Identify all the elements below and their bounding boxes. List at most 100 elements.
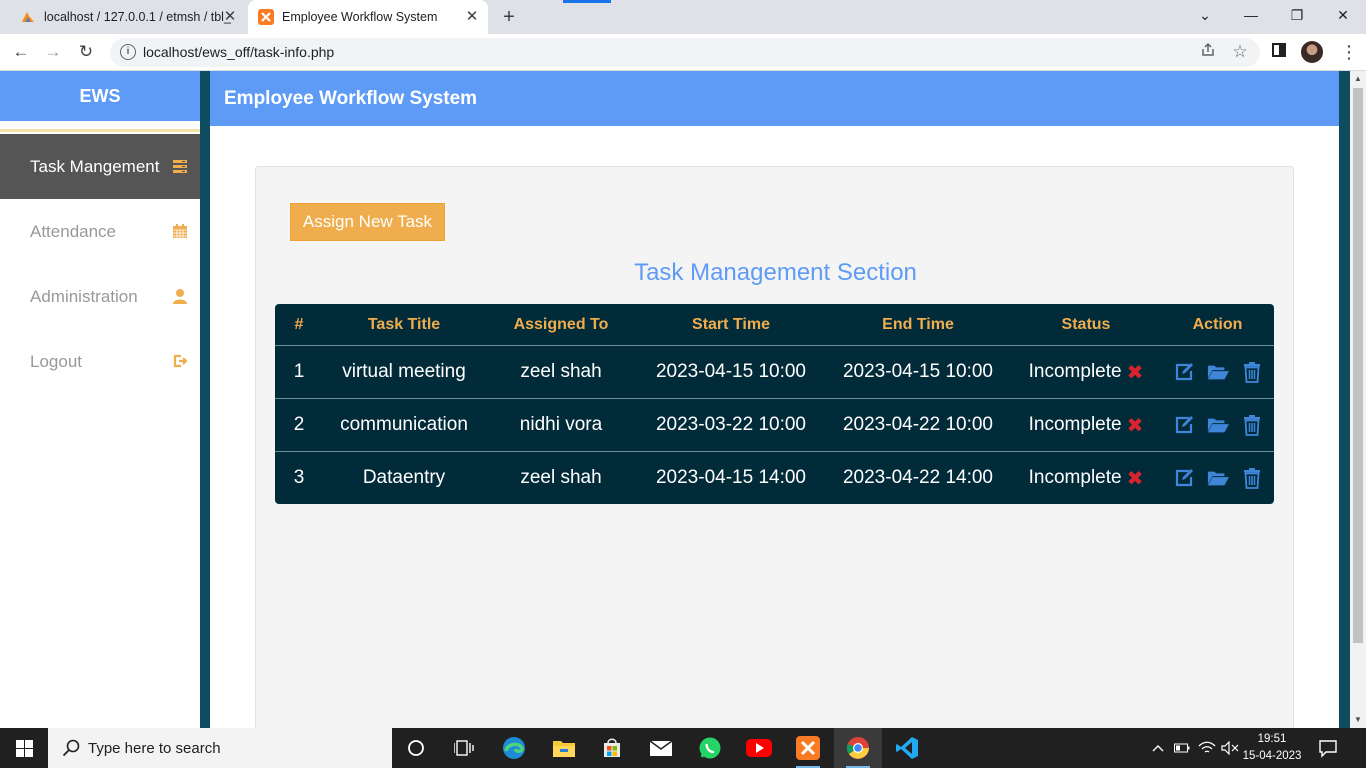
incomplete-x-icon: ✖ bbox=[1126, 414, 1144, 437]
cell-number: 1 bbox=[293, 361, 305, 382]
cell-start-time: 2023-04-15 10:00 bbox=[655, 361, 806, 382]
whatsapp-icon[interactable] bbox=[686, 728, 734, 768]
page-scrollbar[interactable]: ▲ ▼ bbox=[1350, 71, 1366, 728]
sidebar-item-administration[interactable]: Administration bbox=[0, 264, 200, 329]
clock-date: 15-04-2023 bbox=[1242, 750, 1302, 762]
network-icon[interactable] bbox=[1196, 728, 1218, 768]
sidebar-item-attendance[interactable]: Attendance bbox=[0, 199, 200, 264]
restore-button[interactable]: ❐ bbox=[1274, 0, 1320, 30]
forward-arrow-icon[interactable]: → bbox=[40, 39, 66, 65]
column-header-action: Action bbox=[1192, 315, 1243, 333]
column-header-number: # bbox=[294, 315, 304, 333]
sidebar-item-label: Task Mangement bbox=[30, 156, 160, 176]
folder-open-icon[interactable] bbox=[1207, 361, 1229, 383]
page-header: Employee Workflow System bbox=[210, 71, 1340, 126]
sidebar-item-label: Administration bbox=[30, 286, 138, 306]
microsoft-store-icon[interactable] bbox=[588, 728, 636, 768]
sidebar: EWS Task Mangement Attendance Administra… bbox=[0, 71, 200, 728]
sidebar-item-logout[interactable]: Logout bbox=[0, 329, 200, 394]
column-header-end-time: End Time bbox=[882, 315, 954, 333]
column-header-status: Status bbox=[1061, 315, 1111, 333]
windows-start-icon[interactable] bbox=[0, 728, 48, 768]
minimize-button[interactable]: — bbox=[1228, 0, 1274, 30]
cell-end-time: 2023-04-15 10:00 bbox=[842, 361, 993, 382]
scroll-down-arrow-icon[interactable]: ▼ bbox=[1350, 712, 1366, 728]
trash-icon[interactable] bbox=[1241, 467, 1263, 489]
profile-avatar[interactable] bbox=[1301, 41, 1323, 63]
edit-icon[interactable] bbox=[1173, 361, 1195, 383]
battery-icon[interactable] bbox=[1172, 728, 1192, 768]
cortana-icon[interactable] bbox=[392, 728, 440, 768]
logout-icon bbox=[172, 353, 188, 369]
incomplete-x-icon: ✖ bbox=[1126, 467, 1144, 490]
content-panel: Assign New Task Task Management Section … bbox=[255, 166, 1294, 728]
tab-phpmyadmin[interactable]: localhost / 127.0.0.1 / etmsh / tbl_ ✕ bbox=[14, 0, 246, 34]
speaker-muted-icon[interactable] bbox=[1220, 728, 1240, 768]
close-tab-icon[interactable]: ✕ bbox=[222, 9, 238, 25]
tab-employee-workflow[interactable]: Employee Workflow System ✕ bbox=[248, 0, 488, 34]
youtube-icon[interactable] bbox=[735, 728, 783, 768]
browser-toolbar: ← → ↻ i localhost/ews_off/task-info.php … bbox=[0, 34, 1366, 71]
table-row: 1 virtual meeting zeel shah 2023-04-15 1… bbox=[275, 345, 1274, 398]
table-row: 2 communication nidhi vora 2023-03-22 10… bbox=[275, 398, 1274, 451]
column-header-task-title: Task Title bbox=[367, 315, 441, 333]
file-explorer-icon[interactable] bbox=[540, 728, 588, 768]
task-view-icon[interactable] bbox=[440, 728, 488, 768]
table-header-row: # Task Title Assigned To Start Time End … bbox=[275, 304, 1274, 345]
windows-taskbar: Type here to search 19:51 15-04-2023 bbox=[0, 728, 1366, 768]
cell-status: Incomplete ✖ bbox=[1011, 346, 1161, 398]
cell-assigned-to: nidhi vora bbox=[519, 414, 603, 435]
xampp-taskbar-icon[interactable] bbox=[784, 728, 832, 768]
edge-browser-icon[interactable] bbox=[490, 728, 538, 768]
taskbar-search-input[interactable]: Type here to search bbox=[48, 728, 392, 768]
vscode-icon[interactable] bbox=[883, 728, 931, 768]
notification-center-icon[interactable] bbox=[1318, 738, 1338, 758]
show-hidden-icons-chevron-icon[interactable] bbox=[1148, 728, 1168, 768]
back-arrow-icon[interactable]: ← bbox=[8, 39, 34, 65]
xampp-icon bbox=[258, 9, 274, 25]
user-icon bbox=[172, 288, 188, 304]
site-info-icon[interactable]: i bbox=[120, 44, 136, 60]
side-panel-icon[interactable] bbox=[1266, 39, 1292, 65]
phpmyadmin-icon bbox=[20, 9, 36, 25]
share-icon[interactable] bbox=[1198, 42, 1218, 62]
brand-logo[interactable]: EWS bbox=[0, 71, 200, 121]
assign-new-task-button[interactable]: Assign New Task bbox=[290, 203, 445, 241]
tab-search-chevron-icon[interactable]: ⌄ bbox=[1182, 0, 1228, 30]
scroll-up-arrow-icon[interactable]: ▲ bbox=[1350, 71, 1366, 87]
url-text: localhost/ews_off/task-info.php bbox=[143, 44, 335, 60]
kebab-menu-icon[interactable]: ⋮ bbox=[1336, 39, 1362, 65]
table-row: 3 Dataentry zeel shah 2023-04-15 14:00 2… bbox=[275, 451, 1274, 504]
cell-start-time: 2023-04-15 14:00 bbox=[655, 467, 806, 488]
cell-number: 3 bbox=[293, 467, 305, 488]
sidebar-item-task-management[interactable]: Task Mangement bbox=[0, 134, 200, 199]
status-text: Incomplete bbox=[1028, 467, 1122, 488]
trash-icon[interactable] bbox=[1241, 414, 1263, 436]
right-border bbox=[1339, 71, 1350, 728]
address-bar[interactable]: i localhost/ews_off/task-info.php ☆ bbox=[110, 38, 1260, 67]
search-icon bbox=[62, 739, 80, 757]
cell-assigned-to: zeel shah bbox=[520, 467, 602, 488]
folder-open-icon[interactable] bbox=[1207, 414, 1229, 436]
reload-icon[interactable]: ↻ bbox=[73, 39, 99, 65]
trash-icon[interactable] bbox=[1241, 361, 1263, 383]
edit-icon[interactable] bbox=[1173, 414, 1195, 436]
chrome-taskbar-icon[interactable] bbox=[834, 728, 882, 768]
mail-icon[interactable] bbox=[637, 728, 685, 768]
column-header-start-time: Start Time bbox=[692, 315, 770, 333]
sidebar-item-label: Attendance bbox=[30, 221, 117, 241]
edit-icon[interactable] bbox=[1173, 467, 1195, 489]
system-clock[interactable]: 19:51 15-04-2023 bbox=[1240, 731, 1304, 765]
tasks-icon bbox=[172, 158, 188, 174]
search-placeholder: Type here to search bbox=[88, 739, 221, 757]
cell-action bbox=[1161, 346, 1274, 398]
cell-number: 2 bbox=[293, 414, 305, 435]
bookmark-star-icon[interactable]: ☆ bbox=[1230, 42, 1250, 62]
cell-task-title: Dataentry bbox=[362, 467, 446, 488]
scrollbar-thumb[interactable] bbox=[1353, 88, 1363, 643]
folder-open-icon[interactable] bbox=[1207, 467, 1229, 489]
close-window-button[interactable]: ✕ bbox=[1320, 0, 1366, 30]
divider bbox=[0, 129, 200, 132]
close-tab-icon[interactable]: ✕ bbox=[464, 9, 480, 25]
new-tab-button[interactable]: + bbox=[498, 6, 520, 28]
